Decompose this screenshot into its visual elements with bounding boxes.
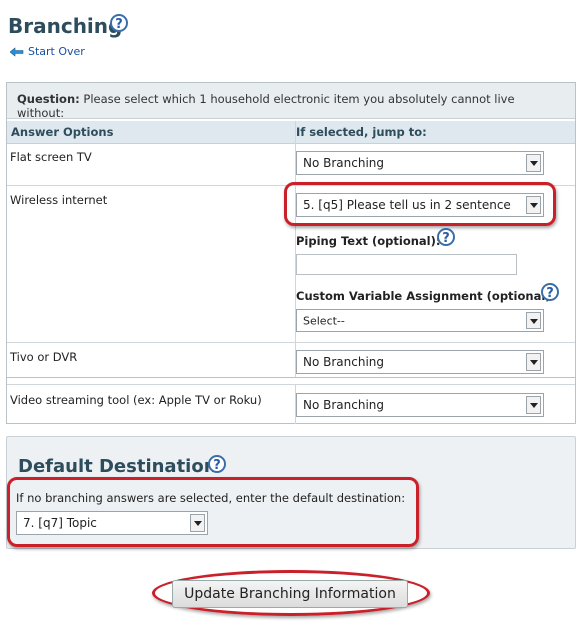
jump-select-value: No Branching bbox=[303, 156, 385, 170]
chevron-down-icon[interactable] bbox=[190, 514, 205, 532]
chevron-down-icon[interactable] bbox=[526, 396, 541, 414]
chevron-down-icon[interactable] bbox=[526, 196, 541, 214]
question-text: Please select which 1 household electron… bbox=[17, 92, 515, 120]
default-destination-select[interactable]: 7. [q7] Topic bbox=[16, 511, 208, 535]
help-icon[interactable]: ? bbox=[541, 283, 559, 301]
custom-variable-value: Select-- bbox=[303, 314, 345, 327]
jump-select[interactable]: No Branching bbox=[296, 151, 544, 175]
question-bar: Question: Please select which 1 househol… bbox=[7, 83, 575, 120]
start-over-link[interactable]: Start Over bbox=[10, 45, 85, 58]
chevron-down-icon[interactable] bbox=[526, 353, 541, 371]
default-destination-instruction: If no branching answers are selected, en… bbox=[16, 491, 406, 505]
chevron-down-icon[interactable] bbox=[526, 154, 541, 172]
col-answer-options: Answer Options bbox=[11, 125, 114, 139]
jump-select[interactable]: 5. [q5] Please tell us in 2 sentence bbox=[296, 193, 544, 217]
default-destination-value: 7. [q7] Topic bbox=[23, 516, 97, 530]
question-label: Question: bbox=[17, 92, 80, 106]
row-divider bbox=[7, 342, 575, 343]
piping-text-label: Piping Text (optional): bbox=[296, 234, 441, 248]
back-arrow-icon bbox=[10, 46, 24, 57]
page-title-text: Branching bbox=[8, 14, 123, 38]
jump-select[interactable]: No Branching bbox=[296, 393, 544, 417]
page-title: Branching bbox=[8, 14, 122, 38]
chevron-down-icon[interactable] bbox=[526, 312, 541, 329]
start-over-label[interactable]: Start Over bbox=[28, 45, 85, 58]
answer-option: Tivo or DVR bbox=[10, 350, 78, 364]
jump-select[interactable]: No Branching bbox=[296, 350, 544, 374]
answer-option: Wireless internet bbox=[10, 193, 108, 207]
jump-select-value: No Branching bbox=[303, 355, 385, 369]
custom-variable-label: Custom Variable Assignment (optional): bbox=[296, 289, 556, 303]
piping-text-input[interactable] bbox=[296, 254, 517, 275]
update-branching-button[interactable]: Update Branching Information bbox=[172, 580, 408, 608]
jump-select-value: 5. [q5] Please tell us in 2 sentence bbox=[303, 198, 511, 212]
jump-select-value: No Branching bbox=[303, 398, 385, 412]
custom-variable-select[interactable]: Select-- bbox=[296, 309, 544, 332]
help-icon[interactable]: ? bbox=[208, 455, 226, 473]
default-destination-title: Default Destination bbox=[18, 456, 217, 477]
answer-option: Video streaming tool (ex: Apple TV or Ro… bbox=[10, 393, 262, 407]
col-jump-to: If selected, jump to: bbox=[296, 125, 427, 139]
help-icon[interactable]: ? bbox=[437, 228, 455, 246]
table-header: Answer Options If selected, jump to: bbox=[7, 121, 575, 144]
answer-option: Flat screen TV bbox=[10, 150, 92, 164]
help-icon[interactable]: ? bbox=[110, 14, 128, 32]
